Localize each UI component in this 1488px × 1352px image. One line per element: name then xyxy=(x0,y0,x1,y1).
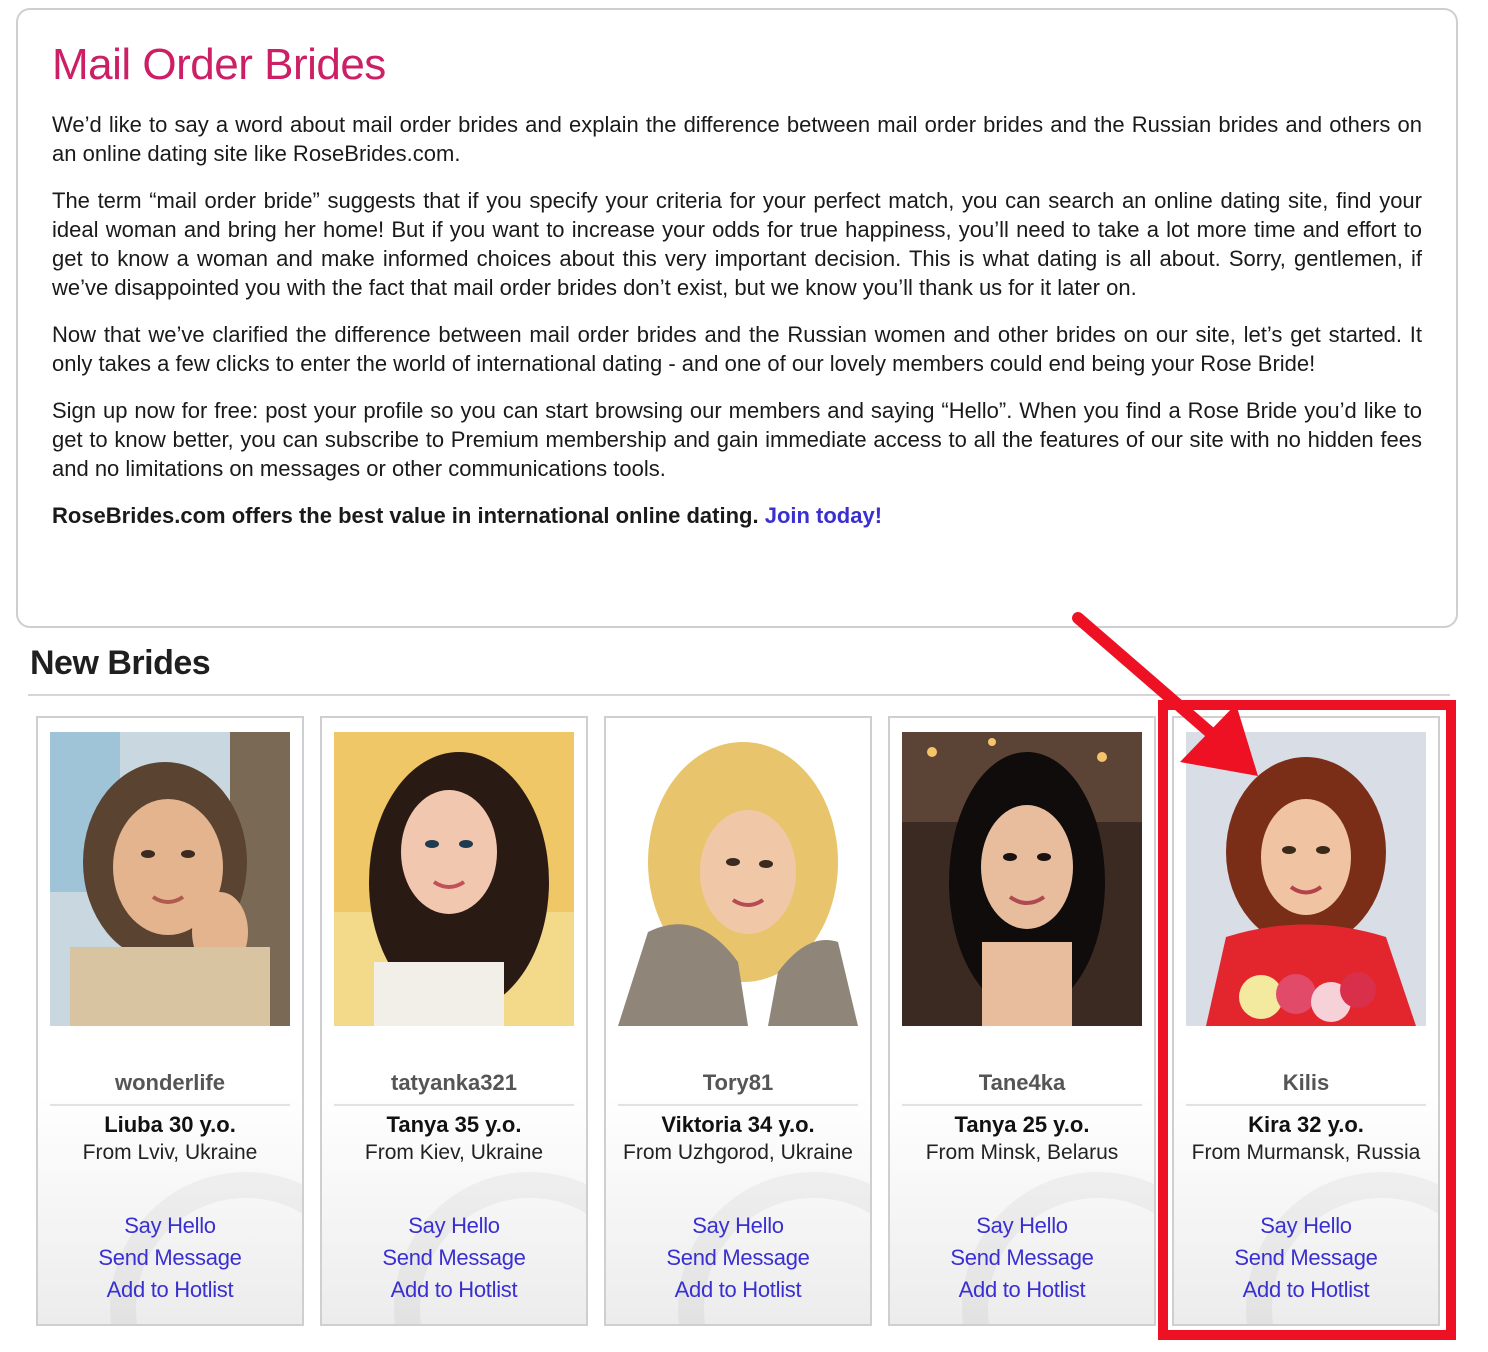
say-hello-link[interactable]: Say Hello xyxy=(610,1210,866,1242)
send-message-link[interactable]: Send Message xyxy=(42,1242,298,1274)
bride-actions: Say Hello Send Message Add to Hotlist xyxy=(42,1210,298,1306)
intro-paragraph: Now that we’ve clarified the difference … xyxy=(52,322,1422,376)
bride-location: From Lviv, Ukraine xyxy=(82,1141,258,1164)
bride-name-age: Tanya 35 y.o. xyxy=(386,1112,522,1137)
intro-paragraph: We’d like to say a word about mail order… xyxy=(52,112,1422,166)
add-to-hotlist-link[interactable]: Add to Hotlist xyxy=(894,1274,1150,1306)
bride-username[interactable]: wonderlife xyxy=(50,1070,290,1096)
card-divider xyxy=(1186,1104,1426,1106)
bride-location: From Minsk, Belarus xyxy=(925,1141,1119,1164)
bride-name-age: Viktoria 34 y.o. xyxy=(661,1112,815,1137)
bride-actions: Say Hello Send Message Add to Hotlist xyxy=(326,1210,582,1306)
join-today-link[interactable]: Join today! xyxy=(765,503,882,528)
intro-paragraph: The term “mail order bride” suggests tha… xyxy=(52,188,1422,300)
closing-text: RoseBrides.com offers the best value in … xyxy=(52,503,759,528)
bride-name-age: Tanya 25 y.o. xyxy=(954,1112,1090,1137)
say-hello-link[interactable]: Say Hello xyxy=(1178,1210,1434,1242)
card-divider xyxy=(902,1104,1142,1106)
bride-card: wonderlife Liuba 30 y.o. From Lviv, Ukra… xyxy=(36,716,304,1326)
intro-paragraph: Sign up now for free: post your profile … xyxy=(52,398,1422,481)
add-to-hotlist-link[interactable]: Add to Hotlist xyxy=(326,1274,582,1306)
section-divider xyxy=(28,694,1450,696)
send-message-link[interactable]: Send Message xyxy=(1178,1242,1434,1274)
intro-box: Mail Order Brides We’d like to say a wor… xyxy=(16,8,1458,628)
section-title: New Brides xyxy=(30,644,211,682)
bride-location: From Murmansk, Russia xyxy=(1191,1141,1421,1164)
bride-photo[interactable] xyxy=(334,732,574,1026)
bride-photo[interactable] xyxy=(50,732,290,1026)
card-divider xyxy=(334,1104,574,1106)
card-divider xyxy=(50,1104,290,1106)
say-hello-link[interactable]: Say Hello xyxy=(894,1210,1150,1242)
bride-actions: Say Hello Send Message Add to Hotlist xyxy=(894,1210,1150,1306)
card-divider xyxy=(618,1104,858,1106)
say-hello-link[interactable]: Say Hello xyxy=(42,1210,298,1242)
add-to-hotlist-link[interactable]: Add to Hotlist xyxy=(42,1274,298,1306)
bride-location: From Kiev, Ukraine xyxy=(364,1141,544,1164)
brides-list: wonderlife Liuba 30 y.o. From Lviv, Ukra… xyxy=(36,716,1446,1328)
send-message-link[interactable]: Send Message xyxy=(894,1242,1150,1274)
bride-photo[interactable] xyxy=(1186,732,1426,1026)
intro-closing: RoseBrides.com offers the best value in … xyxy=(52,501,1422,530)
page-title: Mail Order Brides xyxy=(52,40,386,89)
bride-location: From Uzhgorod, Ukraine xyxy=(623,1141,853,1164)
bride-photo[interactable] xyxy=(902,732,1142,1026)
bride-card: Tory81 Viktoria 34 y.o. From Uzhgorod, U… xyxy=(604,716,872,1326)
bride-username[interactable]: Kilis xyxy=(1186,1070,1426,1096)
send-message-link[interactable]: Send Message xyxy=(610,1242,866,1274)
bride-name-age: Liuba 30 y.o. xyxy=(104,1112,236,1137)
bride-card: Kilis Kira 32 y.o. From Murmansk, Russia… xyxy=(1172,716,1440,1326)
bride-username[interactable]: Tory81 xyxy=(618,1070,858,1096)
say-hello-link[interactable]: Say Hello xyxy=(326,1210,582,1242)
bride-card: tatyanka321 Tanya 35 y.o. From Kiev, Ukr… xyxy=(320,716,588,1326)
bride-name-age: Kira 32 y.o. xyxy=(1248,1112,1364,1137)
bride-actions: Say Hello Send Message Add to Hotlist xyxy=(610,1210,866,1306)
bride-card: Tane4ka Tanya 25 y.o. From Minsk, Belaru… xyxy=(888,716,1156,1326)
bride-photo[interactable] xyxy=(618,732,858,1026)
bride-actions: Say Hello Send Message Add to Hotlist xyxy=(1178,1210,1434,1306)
bride-username[interactable]: Tane4ka xyxy=(902,1070,1142,1096)
bride-username[interactable]: tatyanka321 xyxy=(334,1070,574,1096)
add-to-hotlist-link[interactable]: Add to Hotlist xyxy=(610,1274,866,1306)
send-message-link[interactable]: Send Message xyxy=(326,1242,582,1274)
add-to-hotlist-link[interactable]: Add to Hotlist xyxy=(1178,1274,1434,1306)
